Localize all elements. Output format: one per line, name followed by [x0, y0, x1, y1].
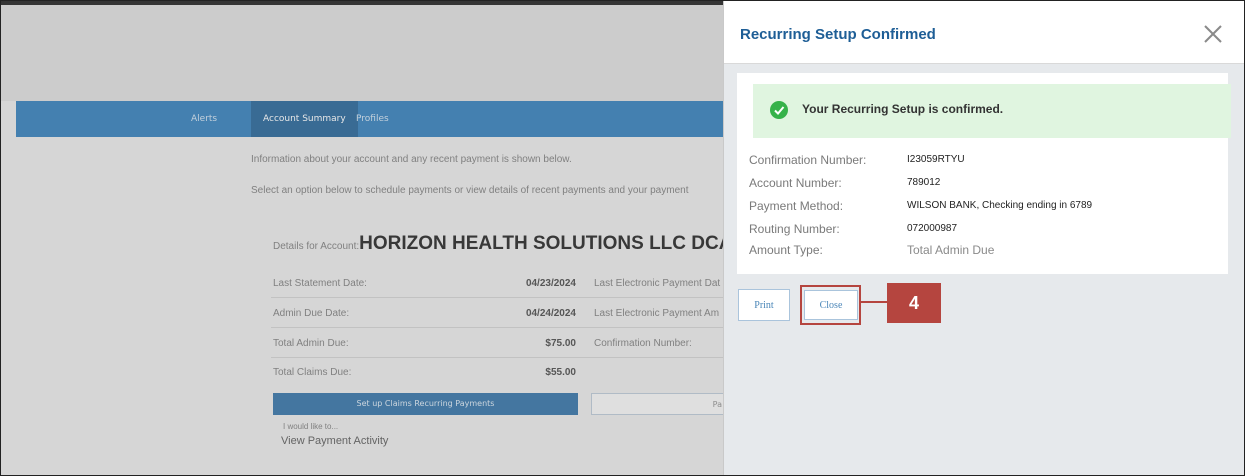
detail-value-payment-method: WILSON BANK, Checking ending in 6789	[907, 200, 1093, 211]
detail-label-routing-number: Routing Number:	[749, 222, 840, 236]
detail-value-amount-type: Total Admin Due	[907, 243, 995, 257]
detail-value-routing-number: 072000987	[907, 223, 958, 234]
success-banner: Your Recurring Setup is confirmed.	[753, 84, 1231, 138]
screenshot-frame: Alerts Account Summary Profiles Informat…	[0, 0, 1245, 476]
print-button[interactable]: Print	[738, 289, 790, 321]
confirmation-panel: Recurring Setup Confirmed Your Recurring…	[723, 1, 1244, 475]
success-message: Your Recurring Setup is confirmed.	[802, 102, 1004, 116]
confirmation-card: Your Recurring Setup is confirmed. Confi…	[737, 73, 1231, 274]
background-overlay	[1, 1, 723, 475]
callout-connector	[861, 301, 887, 303]
check-circle-icon	[770, 101, 788, 119]
detail-label-account-number: Account Number:	[749, 176, 842, 190]
detail-label-confirmation-number: Confirmation Number:	[749, 153, 867, 167]
detail-value-account-number: 789012	[907, 177, 941, 188]
detail-value-confirmation-number: I23059RTYU	[907, 154, 965, 165]
background-page: Alerts Account Summary Profiles Informat…	[1, 1, 723, 475]
close-x-icon[interactable]	[1200, 21, 1226, 47]
panel-header: Recurring Setup Confirmed	[724, 1, 1244, 64]
detail-label-payment-method: Payment Method:	[749, 199, 844, 213]
panel-title: Recurring Setup Confirmed	[740, 26, 936, 43]
highlight-box	[800, 285, 861, 325]
step-badge: 4	[887, 283, 941, 323]
detail-label-amount-type: Amount Type:	[749, 243, 823, 257]
